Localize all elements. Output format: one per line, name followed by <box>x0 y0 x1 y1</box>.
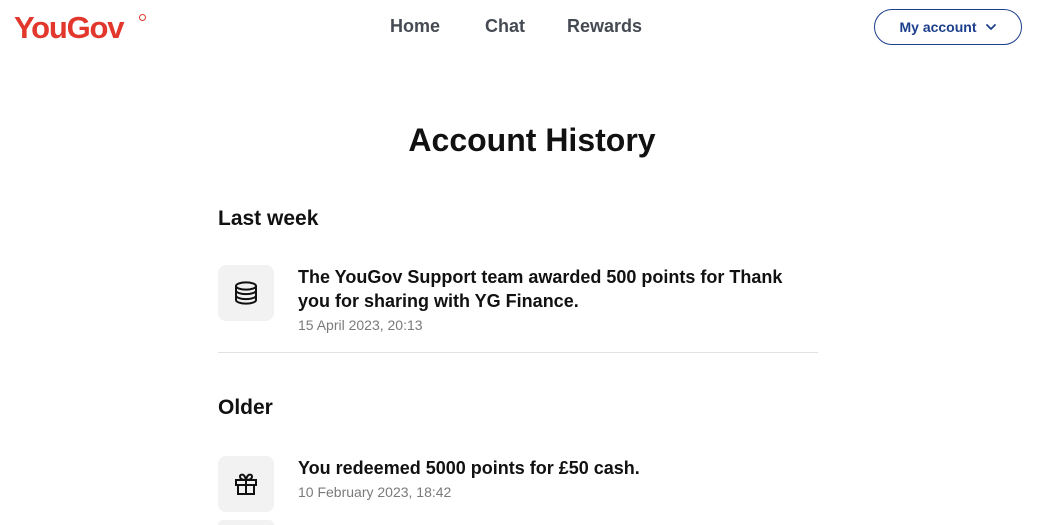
section-heading-older: Older <box>218 396 273 419</box>
top-header: YouGov Home Chat Rewards My account <box>0 0 1064 56</box>
my-account-button[interactable]: My account <box>874 9 1022 45</box>
section-heading-last-week: Last week <box>218 207 319 230</box>
nav-home[interactable]: Home <box>390 14 440 38</box>
page-title: Account History <box>408 122 656 158</box>
next-entry-icon <box>218 520 274 525</box>
entry-title: You redeemed 5000 points for £50 cash. <box>298 458 640 478</box>
nav-chat[interactable]: Chat <box>485 14 525 38</box>
my-account-label: My account <box>899 19 977 35</box>
yougov-logo[interactable]: YouGov <box>14 8 125 48</box>
divider <box>218 352 818 353</box>
registered-mark-icon <box>139 14 146 21</box>
nav-rewards[interactable]: Rewards <box>567 14 642 38</box>
coins-icon <box>218 265 274 321</box>
gift-icon <box>218 456 274 512</box>
chevron-down-icon <box>985 24 996 30</box>
entry-title: The YouGov Support team awarded 500 poin… <box>298 267 783 311</box>
entry-date: 10 February 2023, 18:42 <box>298 484 452 500</box>
entry-date: 15 April 2023, 20:13 <box>298 317 423 333</box>
